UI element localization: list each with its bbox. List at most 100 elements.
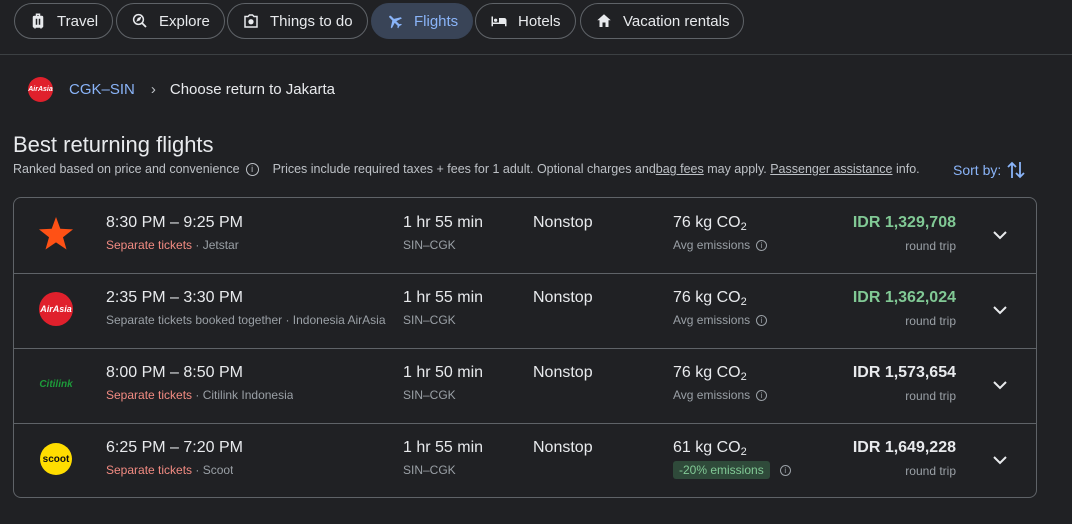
chevron-down-icon[interactable] xyxy=(990,450,1010,470)
co2-value: 76 kg CO2 xyxy=(673,289,747,308)
ranked-text: Ranked based on price and convenience xyxy=(13,162,240,176)
separate-tickets-label: Separate tickets booked together xyxy=(106,313,283,327)
flight-row[interactable]: scoot 6:25 PM – 7:20 PM Separate tickets… xyxy=(14,423,1036,497)
flight-times: 8:00 PM – 8:50 PM xyxy=(106,364,243,381)
co2-value: 76 kg CO2 xyxy=(673,364,747,383)
results-info: Ranked based on price and convenience i … xyxy=(13,162,920,176)
flight-times: 6:25 PM – 7:20 PM xyxy=(106,439,243,456)
chevron-down-icon[interactable] xyxy=(990,375,1010,395)
co2-text: 61 kg CO xyxy=(673,439,741,456)
co2-subscript: 2 xyxy=(740,296,747,308)
airasia-logo-text: AirAsia xyxy=(39,292,73,326)
emissions-info: Avg emissions i xyxy=(673,313,768,327)
co2-subscript: 2 xyxy=(740,446,747,458)
scoot-logo: scoot xyxy=(38,441,74,477)
explore-icon xyxy=(132,13,147,28)
ticket-info: Separate tickets · Citilink Indonesia xyxy=(106,388,293,402)
flight-row[interactable]: Citilink 8:00 PM – 8:50 PM Separate tick… xyxy=(14,348,1036,424)
trip-type: round trip xyxy=(905,314,956,328)
citilink-logo-text: Citilink xyxy=(39,378,73,390)
chevron-down-icon[interactable] xyxy=(990,300,1010,320)
info-icon[interactable]: i xyxy=(779,464,791,476)
ticket-info: Separate tickets booked together · Indon… xyxy=(106,313,386,327)
tab-vacation-rentals[interactable]: Vacation rentals xyxy=(580,3,745,39)
breadcrumb-route-link[interactable]: CGK–SIN xyxy=(69,81,135,98)
prices-note: may apply. xyxy=(703,162,771,176)
sort-by-button[interactable]: Sort by: xyxy=(953,160,1025,180)
flight-price: IDR 1,573,654 xyxy=(852,364,956,381)
flight-price: IDR 1,649,228 xyxy=(852,439,956,456)
house-icon xyxy=(597,14,611,27)
separate-tickets-label: Separate tickets xyxy=(106,238,193,252)
emissions-info: -20% emissions i xyxy=(673,461,791,479)
bed-icon xyxy=(491,16,507,27)
flight-price: IDR 1,362,024 xyxy=(852,289,956,306)
page-title: Best returning flights xyxy=(13,132,214,157)
emissions-label: Avg emissions xyxy=(673,238,751,252)
tab-things-to-do[interactable]: Things to do xyxy=(227,3,368,39)
airplane-icon xyxy=(389,15,402,29)
prices-note: info. xyxy=(892,162,920,176)
info-icon[interactable]: i xyxy=(756,389,768,401)
trip-type: round trip xyxy=(905,464,956,478)
emissions-info: Avg emissions i xyxy=(673,238,768,252)
emissions-label: Avg emissions xyxy=(673,313,751,327)
flight-stops: Nonstop xyxy=(533,439,593,456)
tab-flights[interactable]: Flights xyxy=(371,3,474,39)
flight-duration: 1 hr 55 min xyxy=(403,214,484,231)
info-icon[interactable]: i xyxy=(756,239,768,251)
co2-text: 76 kg CO xyxy=(673,289,741,306)
airasia-logo: AirAsia xyxy=(28,76,53,102)
ticket-info: Separate tickets · Scoot xyxy=(106,463,233,477)
airline-name: · Scoot xyxy=(192,463,234,477)
tab-label: Vacation rentals xyxy=(623,12,730,30)
flight-route: SIN–CGK xyxy=(403,313,456,327)
flight-price: IDR 1,329,708 xyxy=(852,214,956,231)
flight-times: 8:30 PM – 9:25 PM xyxy=(106,214,243,231)
airline-name: · Indonesia AirAsia xyxy=(282,313,386,327)
breadcrumb: AirAsia CGK–SIN › Choose return to Jakar… xyxy=(28,76,335,102)
airline-name: · Citilink Indonesia xyxy=(192,388,294,402)
flight-stops: Nonstop xyxy=(533,214,593,231)
info-icon[interactable]: i xyxy=(756,314,768,326)
flight-route: SIN–CGK xyxy=(403,388,456,402)
tab-label: Hotels xyxy=(518,12,561,30)
flight-row[interactable]: 8:30 PM – 9:25 PM Separate tickets · Jet… xyxy=(14,198,1036,274)
tab-label: Flights xyxy=(414,12,459,30)
airline-name: · Jetstar xyxy=(192,238,239,252)
flight-results-list: 8:30 PM – 9:25 PM Separate tickets · Jet… xyxy=(13,197,1037,498)
emissions-label: Avg emissions xyxy=(673,388,751,402)
co2-subscript: 2 xyxy=(740,371,747,383)
sort-by-label: Sort by: xyxy=(953,162,1002,178)
passenger-assistance-link[interactable]: Passenger assistance xyxy=(770,162,892,176)
tab-label: Travel xyxy=(57,12,99,30)
trip-type: round trip xyxy=(905,389,956,403)
info-icon[interactable]: i xyxy=(245,162,259,176)
co2-text: 76 kg CO xyxy=(673,214,741,231)
tab-hotels[interactable]: Hotels xyxy=(475,3,576,39)
tab-label: Things to do xyxy=(270,12,353,30)
separate-tickets-label: Separate tickets xyxy=(106,463,193,477)
tab-label: Explore xyxy=(159,12,210,30)
tab-explore[interactable]: Explore xyxy=(116,3,225,39)
travel-bag-icon xyxy=(32,13,44,29)
chevron-right-icon: › xyxy=(150,80,156,98)
flight-duration: 1 hr 55 min xyxy=(403,289,484,306)
co2-text: 76 kg CO xyxy=(673,364,741,381)
jetstar-logo xyxy=(38,216,74,252)
trip-type: round trip xyxy=(905,239,956,253)
flight-stops: Nonstop xyxy=(533,364,593,381)
flight-row[interactable]: AirAsia 2:35 PM – 3:30 PM Separate ticke… xyxy=(14,273,1036,349)
flight-times: 2:35 PM – 3:30 PM xyxy=(106,289,243,306)
emissions-info: Avg emissions i xyxy=(673,388,768,402)
ticket-info: Separate tickets · Jetstar xyxy=(106,238,239,252)
co2-value: 76 kg CO2 xyxy=(673,214,747,233)
emissions-badge: -20% emissions xyxy=(673,461,770,479)
chevron-down-icon[interactable] xyxy=(990,225,1010,245)
citilink-logo: Citilink xyxy=(38,366,74,402)
flight-duration: 1 hr 50 min xyxy=(403,364,484,381)
co2-subscript: 2 xyxy=(740,221,747,233)
bag-fees-link[interactable]: bag fees xyxy=(656,162,704,176)
tab-travel[interactable]: Travel xyxy=(14,3,114,39)
prices-note: Prices include required taxes + fees for… xyxy=(272,162,656,176)
